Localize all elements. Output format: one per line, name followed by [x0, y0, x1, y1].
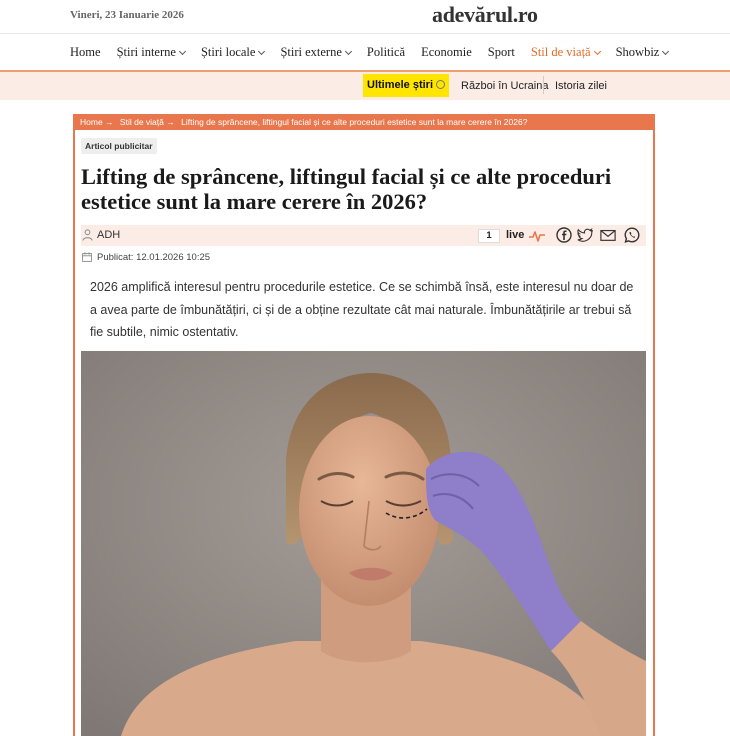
breadcrumb-section[interactable]: Stil de viață →	[120, 117, 175, 127]
nav-label: Știri interne	[116, 45, 176, 59]
chevron-down-icon	[258, 47, 266, 55]
latest-news-button[interactable]: Ultimele știri	[363, 74, 450, 97]
breadcrumb: Home → Stil de viață → Lifting de sprânc…	[73, 114, 655, 130]
chevron-down-icon	[662, 47, 670, 55]
article-lead: 2026 amplifică interesul pentru procedur…	[90, 280, 634, 339]
nav-item-stiri-locale[interactable]: Știri locale	[193, 45, 273, 60]
top-bar: Vineri, 23 Ianuarie 2026 adevărul.ro	[0, 0, 730, 34]
main-nav: Home Știri interne Știri locale Știri ex…	[0, 34, 730, 72]
ukraine-war-link[interactable]: Război în Ucraina	[461, 80, 548, 92]
nav-item-stiri-externe[interactable]: Știri externe	[272, 45, 358, 60]
pulse-icon	[529, 231, 545, 242]
latest-news-label: Ultimele știri	[367, 79, 434, 91]
breadcrumb-home[interactable]: Home →	[80, 117, 114, 127]
user-icon	[82, 229, 93, 241]
breadcrumb-current: Lifting de sprâncene, liftingul facial ș…	[181, 117, 528, 127]
live-label: live	[506, 229, 525, 241]
author-name[interactable]: ADH	[97, 229, 120, 241]
chevron-down-icon	[178, 47, 186, 55]
nav-item-stiri-interne[interactable]: Știri interne	[109, 45, 193, 60]
nav-label: Showbiz	[615, 45, 660, 59]
comment-count[interactable]: 1	[478, 229, 500, 243]
nav-item-showbiz[interactable]: Showbiz	[608, 45, 677, 60]
nav-label: Economie	[421, 45, 472, 59]
article-title: Lifting de sprâncene, liftingul facial ș…	[81, 164, 612, 214]
nav-item-sport[interactable]: Sport	[480, 45, 523, 60]
nav-label: Stil de viață	[530, 45, 591, 59]
clock-icon	[436, 80, 446, 89]
sponsored-badge: Articol publicitar	[81, 138, 157, 154]
nav-item-politica[interactable]: Politică	[359, 45, 413, 60]
whatsapp-icon[interactable]	[624, 227, 640, 243]
chevron-down-icon	[593, 47, 601, 55]
woman-face-illustration	[81, 351, 646, 736]
site-logo[interactable]: adevărul.ro	[432, 2, 538, 28]
calendar-icon	[82, 252, 92, 262]
history-of-day-link[interactable]: Istoria zilei	[555, 80, 607, 92]
publish-date: Publicat: 12.01.2026 10:25	[97, 252, 211, 263]
current-date: Vineri, 23 Ianuarie 2026	[70, 9, 184, 21]
chevron-down-icon	[344, 47, 352, 55]
article-image	[81, 351, 646, 736]
nav-item-home[interactable]: Home	[62, 45, 109, 60]
nav-label: Home	[70, 45, 101, 59]
twitter-icon[interactable]	[577, 227, 593, 243]
nav-item-stil-de-viata[interactable]: Stil de viață	[523, 45, 608, 60]
email-icon[interactable]	[600, 227, 616, 243]
nav-label: Știri externe	[280, 45, 342, 59]
nav-item-economie[interactable]: Economie	[413, 45, 480, 60]
nav-label: Sport	[487, 45, 515, 59]
divider	[543, 76, 544, 94]
nav-label: Știri locale	[200, 45, 256, 59]
nav-list: Home Știri interne Știri locale Știri ex…	[62, 45, 676, 60]
facebook-icon[interactable]	[556, 227, 572, 243]
nav-label: Politică	[366, 45, 406, 59]
